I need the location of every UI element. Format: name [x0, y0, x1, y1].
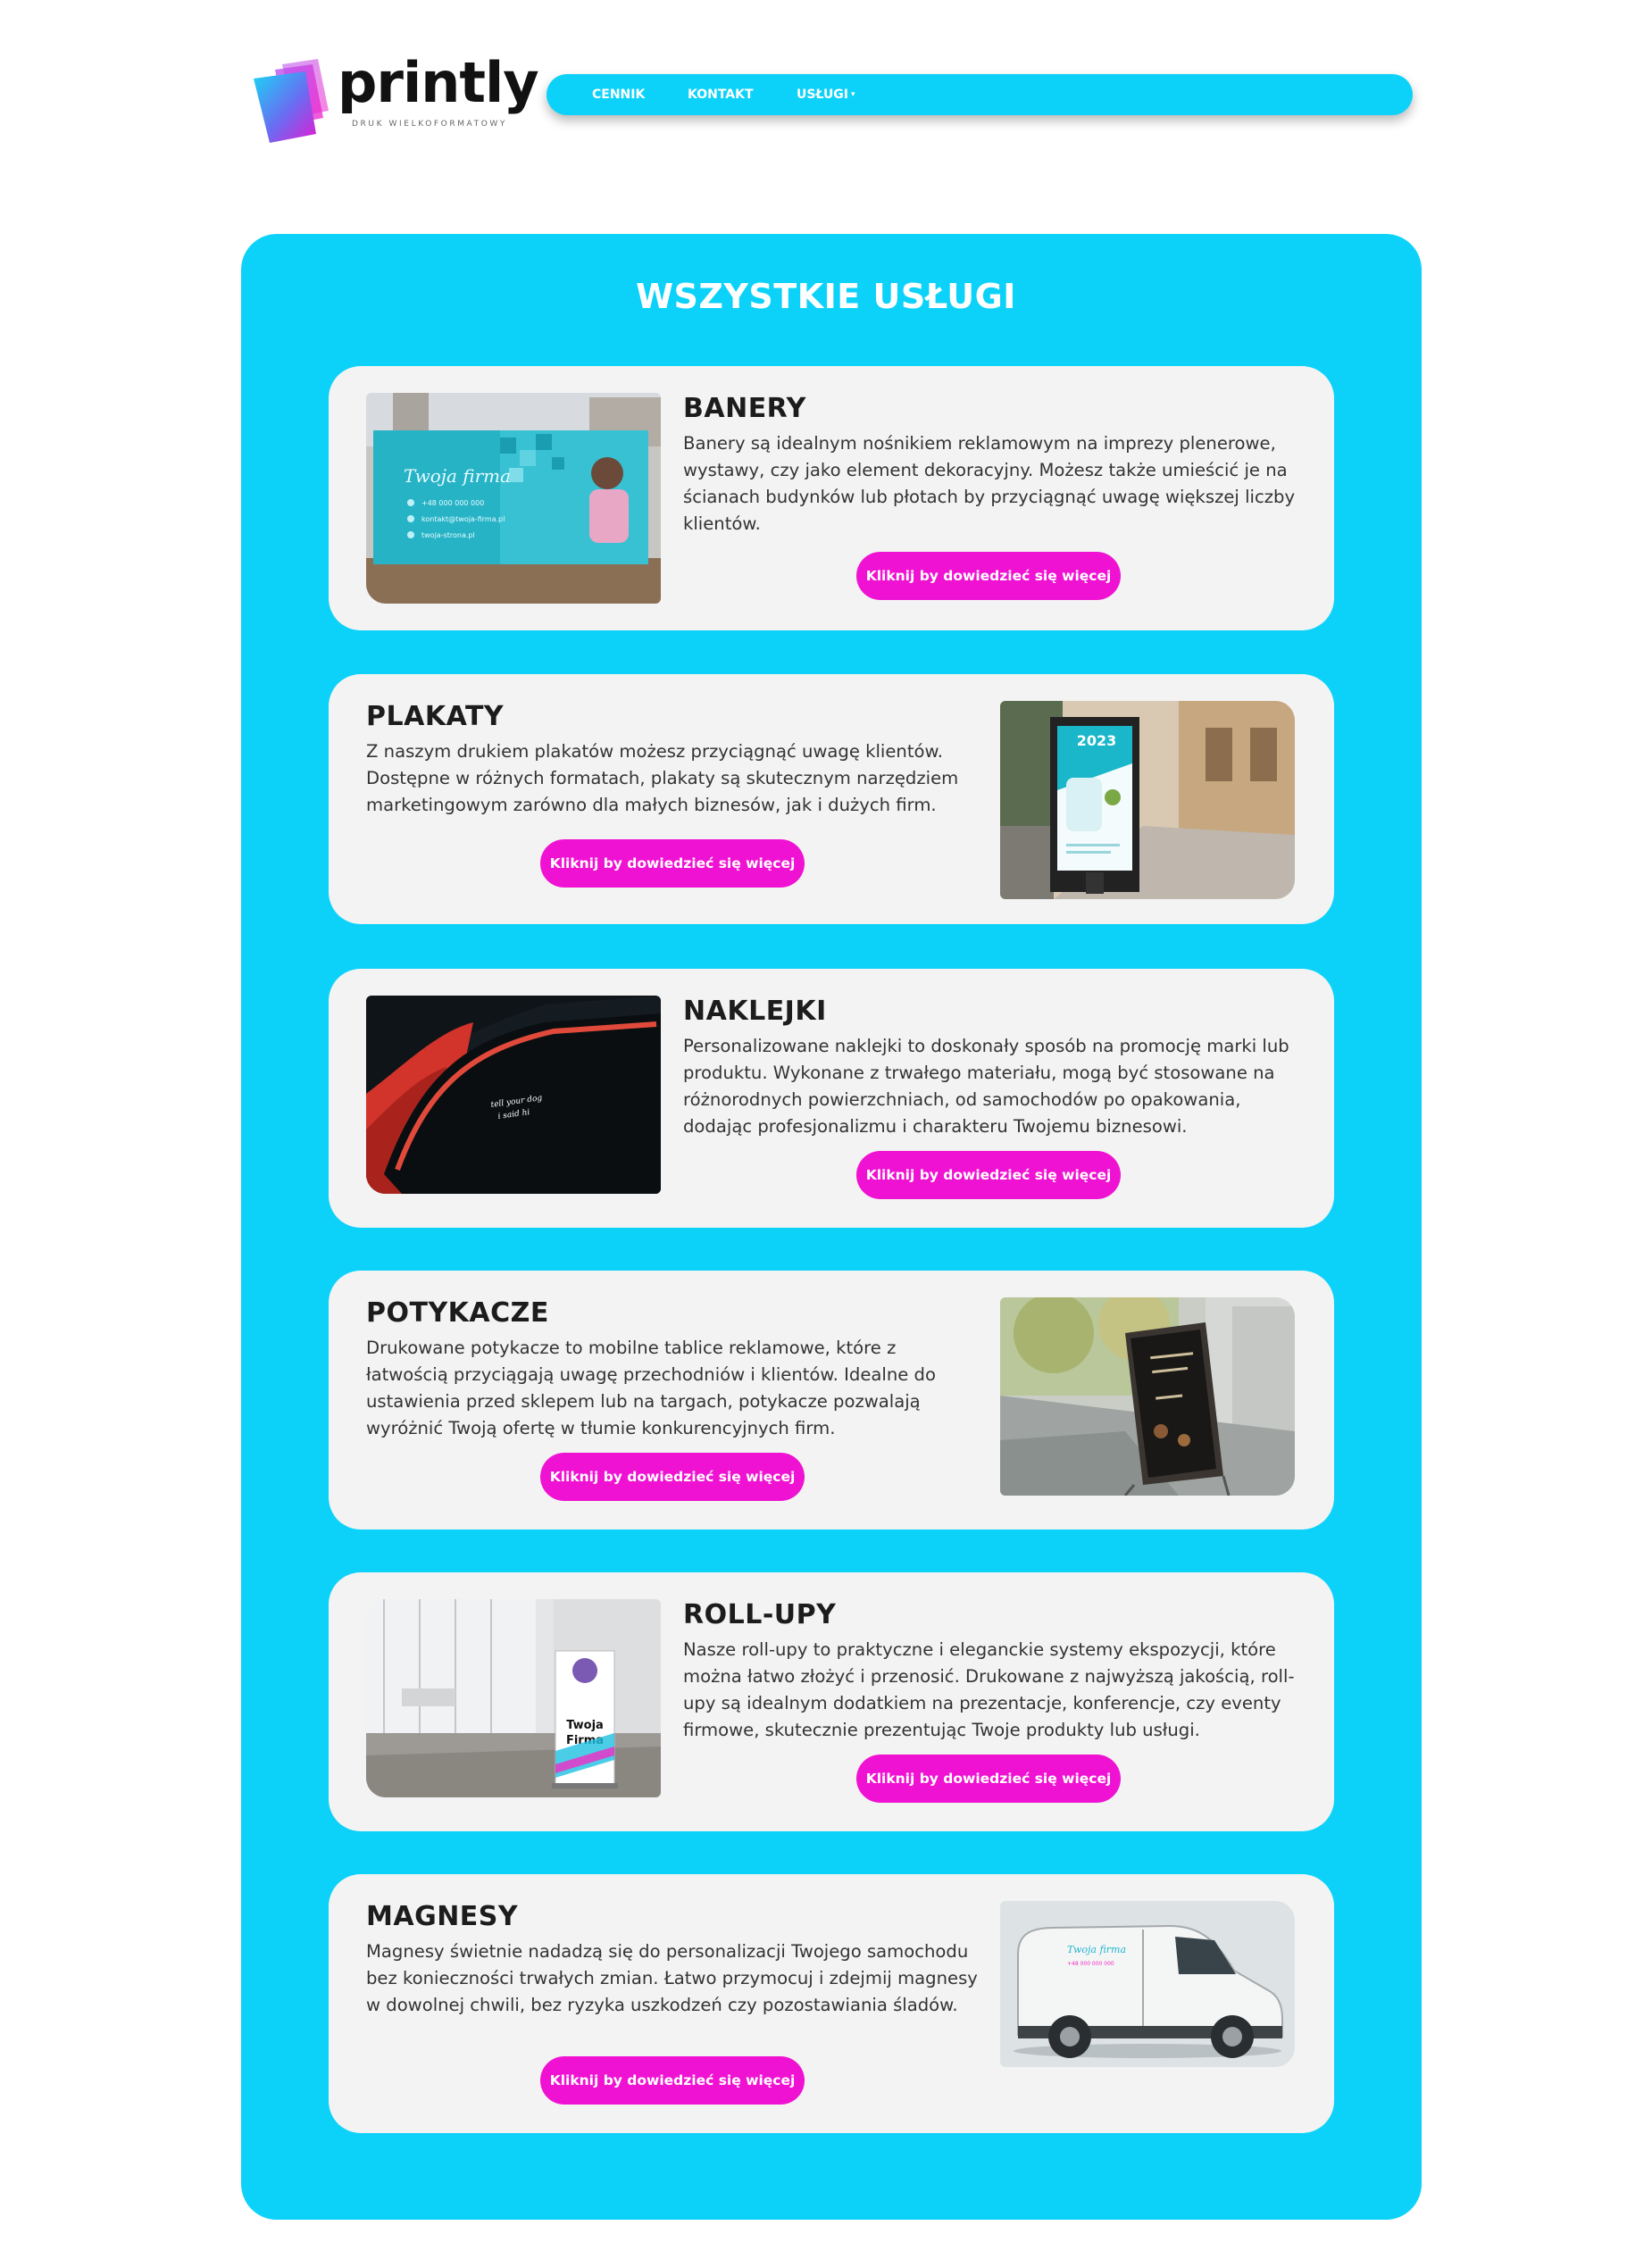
- van-magnet-image: Twoja firma +48 000 000 000: [1000, 1901, 1295, 2067]
- service-title: POTYKACZE: [366, 1297, 549, 1329]
- service-card-plakaty: PLAKATY Z naszym drukiem plakatów możesz…: [329, 674, 1334, 924]
- learn-more-button[interactable]: Kliknij by dowiedzieć się więcej: [856, 1151, 1121, 1199]
- logo[interactable]: printly DRUK WIELKOFORMATOWY: [252, 50, 539, 145]
- banner-web-text: twoja-strona.pl: [421, 531, 475, 539]
- service-description: Banery są idealnym nośnikiem reklamowym …: [683, 433, 1296, 534]
- section-title: WSZYSTKIE USŁUGI: [636, 277, 1016, 316]
- banner-phone-text: +48 000 000 000: [421, 499, 484, 507]
- service-card-potykacze: POTYKACZE Drukowane potykacze to mobilne…: [329, 1271, 1334, 1530]
- learn-more-button[interactable]: Kliknij by dowiedzieć się więcej: [856, 1755, 1121, 1803]
- learn-more-button[interactable]: Kliknij by dowiedzieć się więcej: [540, 2056, 805, 2105]
- service-description: Drukowane potykacze to mobilne tablice r…: [366, 1338, 936, 1438]
- nav-item-uslugi-dropdown[interactable]: USŁUGI ▾: [797, 74, 855, 115]
- banner-brand-text: Twoja firma: [404, 465, 511, 487]
- service-description: Magnesy świetnie nadadzą się do personal…: [366, 1941, 978, 2015]
- banner-image: Twoja firma +48 000 000 000 kontakt@twoj…: [366, 393, 661, 604]
- van-brand-text: Twoja firma: [1067, 1944, 1126, 1955]
- service-description: Nasze roll-upy to praktyczne i elegancki…: [683, 1639, 1295, 1740]
- service-title: BANERY: [683, 393, 806, 424]
- service-title: ROLL-UPY: [683, 1599, 837, 1630]
- nav-item-cennik[interactable]: CENNIK: [592, 74, 645, 115]
- roll-up-line1-text: Twoja: [566, 1719, 604, 1732]
- banner-email-text: kontakt@twoja-firma.pl: [421, 515, 505, 523]
- brand-name: printly: [338, 50, 539, 115]
- service-title: NAKLEJKI: [683, 996, 827, 1027]
- service-description: Personalizowane naklejki to doskonały sp…: [683, 1036, 1289, 1137]
- service-card-magnesy: MAGNESY Magnesy świetnie nadadzą się do …: [329, 1874, 1334, 2133]
- poster-year-text: 2023: [1077, 732, 1117, 749]
- nav-item-label: USŁUGI: [797, 88, 849, 102]
- service-card-banery: Twoja firma +48 000 000 000 kontakt@twoj…: [329, 366, 1334, 630]
- main-nav: CENNIK KONTAKT USŁUGI ▾: [546, 74, 1413, 115]
- learn-more-button[interactable]: Kliknij by dowiedzieć się więcej: [540, 839, 805, 888]
- nav-item-label: KONTAKT: [688, 88, 754, 102]
- logo-mark-icon: [254, 59, 329, 143]
- caret-down-icon: ▾: [851, 90, 855, 99]
- sticker-image: tell your dog i said hi: [366, 996, 661, 1194]
- service-title: PLAKATY: [366, 701, 505, 732]
- van-phone-text: +48 000 000 000: [1067, 1961, 1114, 1967]
- learn-more-button[interactable]: Kliknij by dowiedzieć się więcej: [540, 1453, 805, 1501]
- roll-up-image: Twoja Firma: [366, 1599, 661, 1797]
- site-header: printly DRUK WIELKOFORMATOWY CENNIK KONT…: [0, 0, 1652, 179]
- poster-image: 2023: [1000, 701, 1295, 899]
- a-frame-sign-image: [1000, 1297, 1295, 1496]
- service-card-naklejki: tell your dog i said hi NAKLEJKI Persona…: [329, 969, 1334, 1228]
- nav-item-kontakt[interactable]: KONTAKT: [688, 74, 754, 115]
- learn-more-button[interactable]: Kliknij by dowiedzieć się więcej: [856, 552, 1121, 600]
- service-title: MAGNESY: [366, 1901, 519, 1932]
- service-card-roll-upy: Twoja Firma ROLL-UPY Nasze roll-upy to p…: [329, 1572, 1334, 1831]
- service-description: Z naszym drukiem plakatów możesz przycią…: [366, 741, 959, 815]
- nav-item-label: CENNIK: [592, 88, 646, 102]
- brand-tagline: DRUK WIELKOFORMATOWY: [352, 120, 507, 129]
